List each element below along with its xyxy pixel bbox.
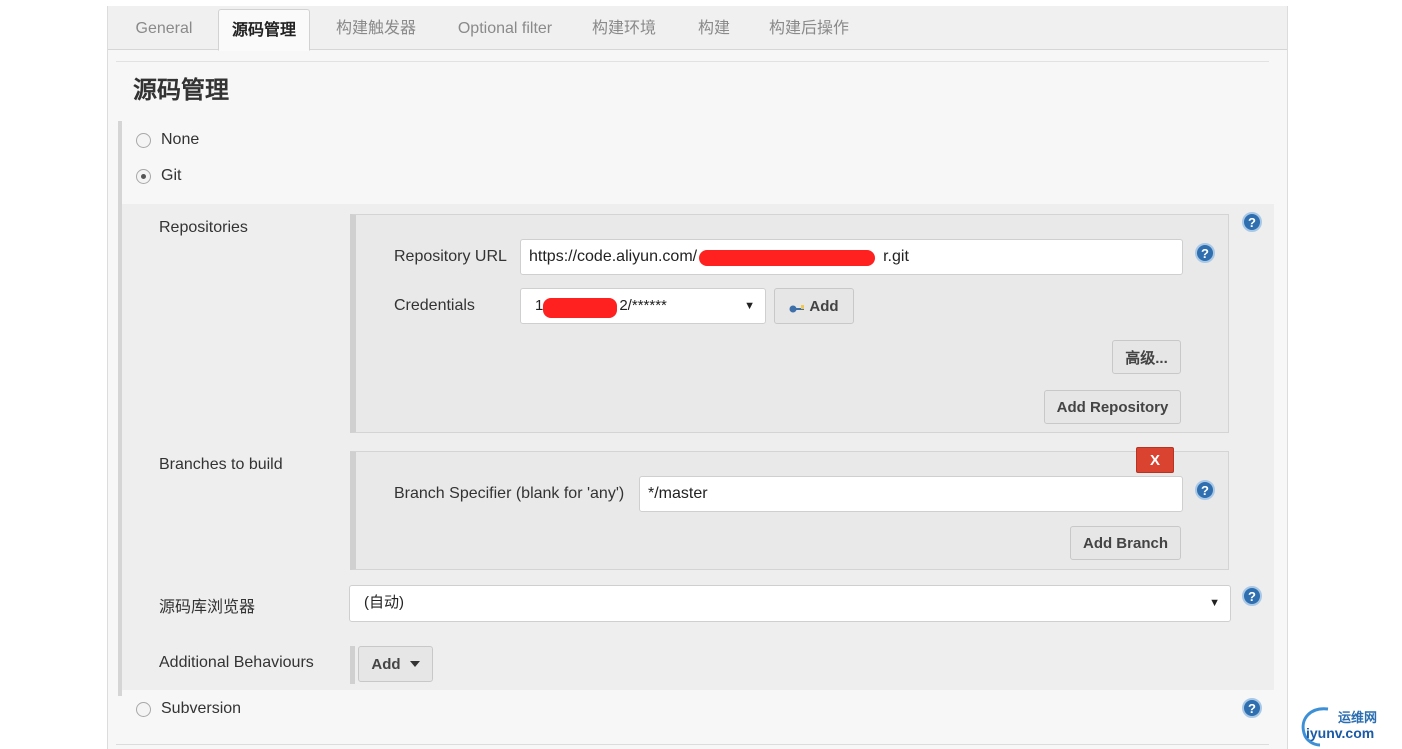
watermark-text-cn: 运维网 — [1338, 710, 1378, 725]
tab-build-triggers[interactable]: 构建触发器 — [326, 6, 426, 50]
redaction-mark — [699, 250, 875, 266]
repository-url-help-icon[interactable]: ? — [1195, 243, 1215, 263]
repositories-help-icon[interactable]: ? — [1242, 212, 1262, 232]
subversion-help-icon[interactable]: ? — [1242, 698, 1262, 718]
scm-option-subversion[interactable]: Subversion — [136, 698, 241, 720]
branch-specifier-help-icon[interactable]: ? — [1195, 480, 1215, 500]
subversion-radio[interactable] — [136, 701, 151, 717]
repo-browser-label: 源码库浏览器 — [159, 599, 256, 616]
tab-build-environment[interactable]: 构建环境 — [582, 6, 666, 50]
tab-post-build-actions[interactable]: 构建后操作 — [758, 6, 860, 50]
repo-browser-help-icon[interactable]: ? — [1242, 586, 1262, 606]
credentials-label: Credentials — [394, 297, 475, 314]
delete-branch-button[interactable]: X — [1136, 447, 1174, 473]
credentials-suffix: 2/****** — [619, 297, 667, 314]
scm-option-none[interactable]: None — [136, 129, 199, 151]
repositories-label: Repositories — [159, 219, 248, 236]
scm-option-git[interactable]: Git — [136, 165, 181, 187]
repo-browser-value: (自动) — [364, 594, 404, 611]
site-watermark: 运维网 iyunv.com — [1298, 703, 1402, 749]
git-settings: Repositories ? Repository URL https://co… — [122, 204, 1274, 690]
branch-specifier-label: Branch Specifier (blank for 'any') — [394, 485, 625, 502]
branches-label: Branches to build — [159, 456, 283, 473]
job-config-panel: General 源码管理 构建触发器 Optional filter 构建环境 … — [107, 6, 1288, 749]
repository-panel: Repository URL https://code.aliyun.com/r… — [350, 214, 1229, 433]
repository-url-input[interactable]: https://code.aliyun.com/r.git — [520, 239, 1183, 275]
subversion-label: Subversion — [161, 700, 242, 717]
tab-source-code-management[interactable]: 源码管理 — [218, 9, 310, 51]
add-credentials-button[interactable]: Add — [774, 288, 854, 324]
repository-url-suffix: r.git — [883, 248, 909, 265]
credentials-select[interactable]: 1 2/****** ▼ — [520, 288, 766, 324]
git-label: Git — [161, 167, 182, 184]
branch-specifier-input[interactable]: */master — [639, 476, 1183, 512]
chevron-down-icon: ▼ — [1209, 597, 1220, 609]
add-behaviour-button[interactable]: Add — [358, 646, 433, 682]
additional-behaviours-label: Additional Behaviours — [159, 654, 314, 671]
add-branch-button[interactable]: Add Branch — [1070, 526, 1181, 560]
behaviours-rail — [350, 646, 355, 684]
chevron-down-icon — [409, 661, 420, 667]
advanced-button[interactable]: 高级... — [1112, 340, 1181, 374]
key-icon — [789, 301, 805, 313]
none-radio[interactable] — [136, 132, 151, 148]
tab-build[interactable]: 构建 — [686, 6, 742, 50]
page-title: 源码管理 — [133, 77, 229, 104]
add-behaviour-label: Add — [371, 655, 401, 673]
repo-browser-select[interactable]: (自动) ▼ — [349, 585, 1231, 622]
divider — [116, 61, 1269, 62]
git-radio[interactable] — [136, 168, 151, 184]
tab-general[interactable]: General — [120, 6, 208, 50]
none-label: None — [161, 131, 200, 148]
add-credentials-label: Add — [809, 297, 839, 315]
chevron-down-icon: ▼ — [744, 300, 755, 312]
branch-panel: X Branch Specifier (blank for 'any') */m… — [350, 447, 1229, 570]
divider — [116, 744, 1269, 745]
repository-url-prefix: https://code.aliyun.com/ — [529, 248, 698, 265]
repository-url-label: Repository URL — [394, 248, 507, 265]
tab-optional-filter[interactable]: Optional filter — [444, 6, 566, 50]
config-tab-bar: General 源码管理 构建触发器 Optional filter 构建环境 … — [108, 6, 1287, 51]
redaction-mark — [543, 298, 617, 318]
watermark-text-domain: iyunv.com — [1306, 725, 1375, 741]
add-repository-button[interactable]: Add Repository — [1044, 390, 1181, 424]
